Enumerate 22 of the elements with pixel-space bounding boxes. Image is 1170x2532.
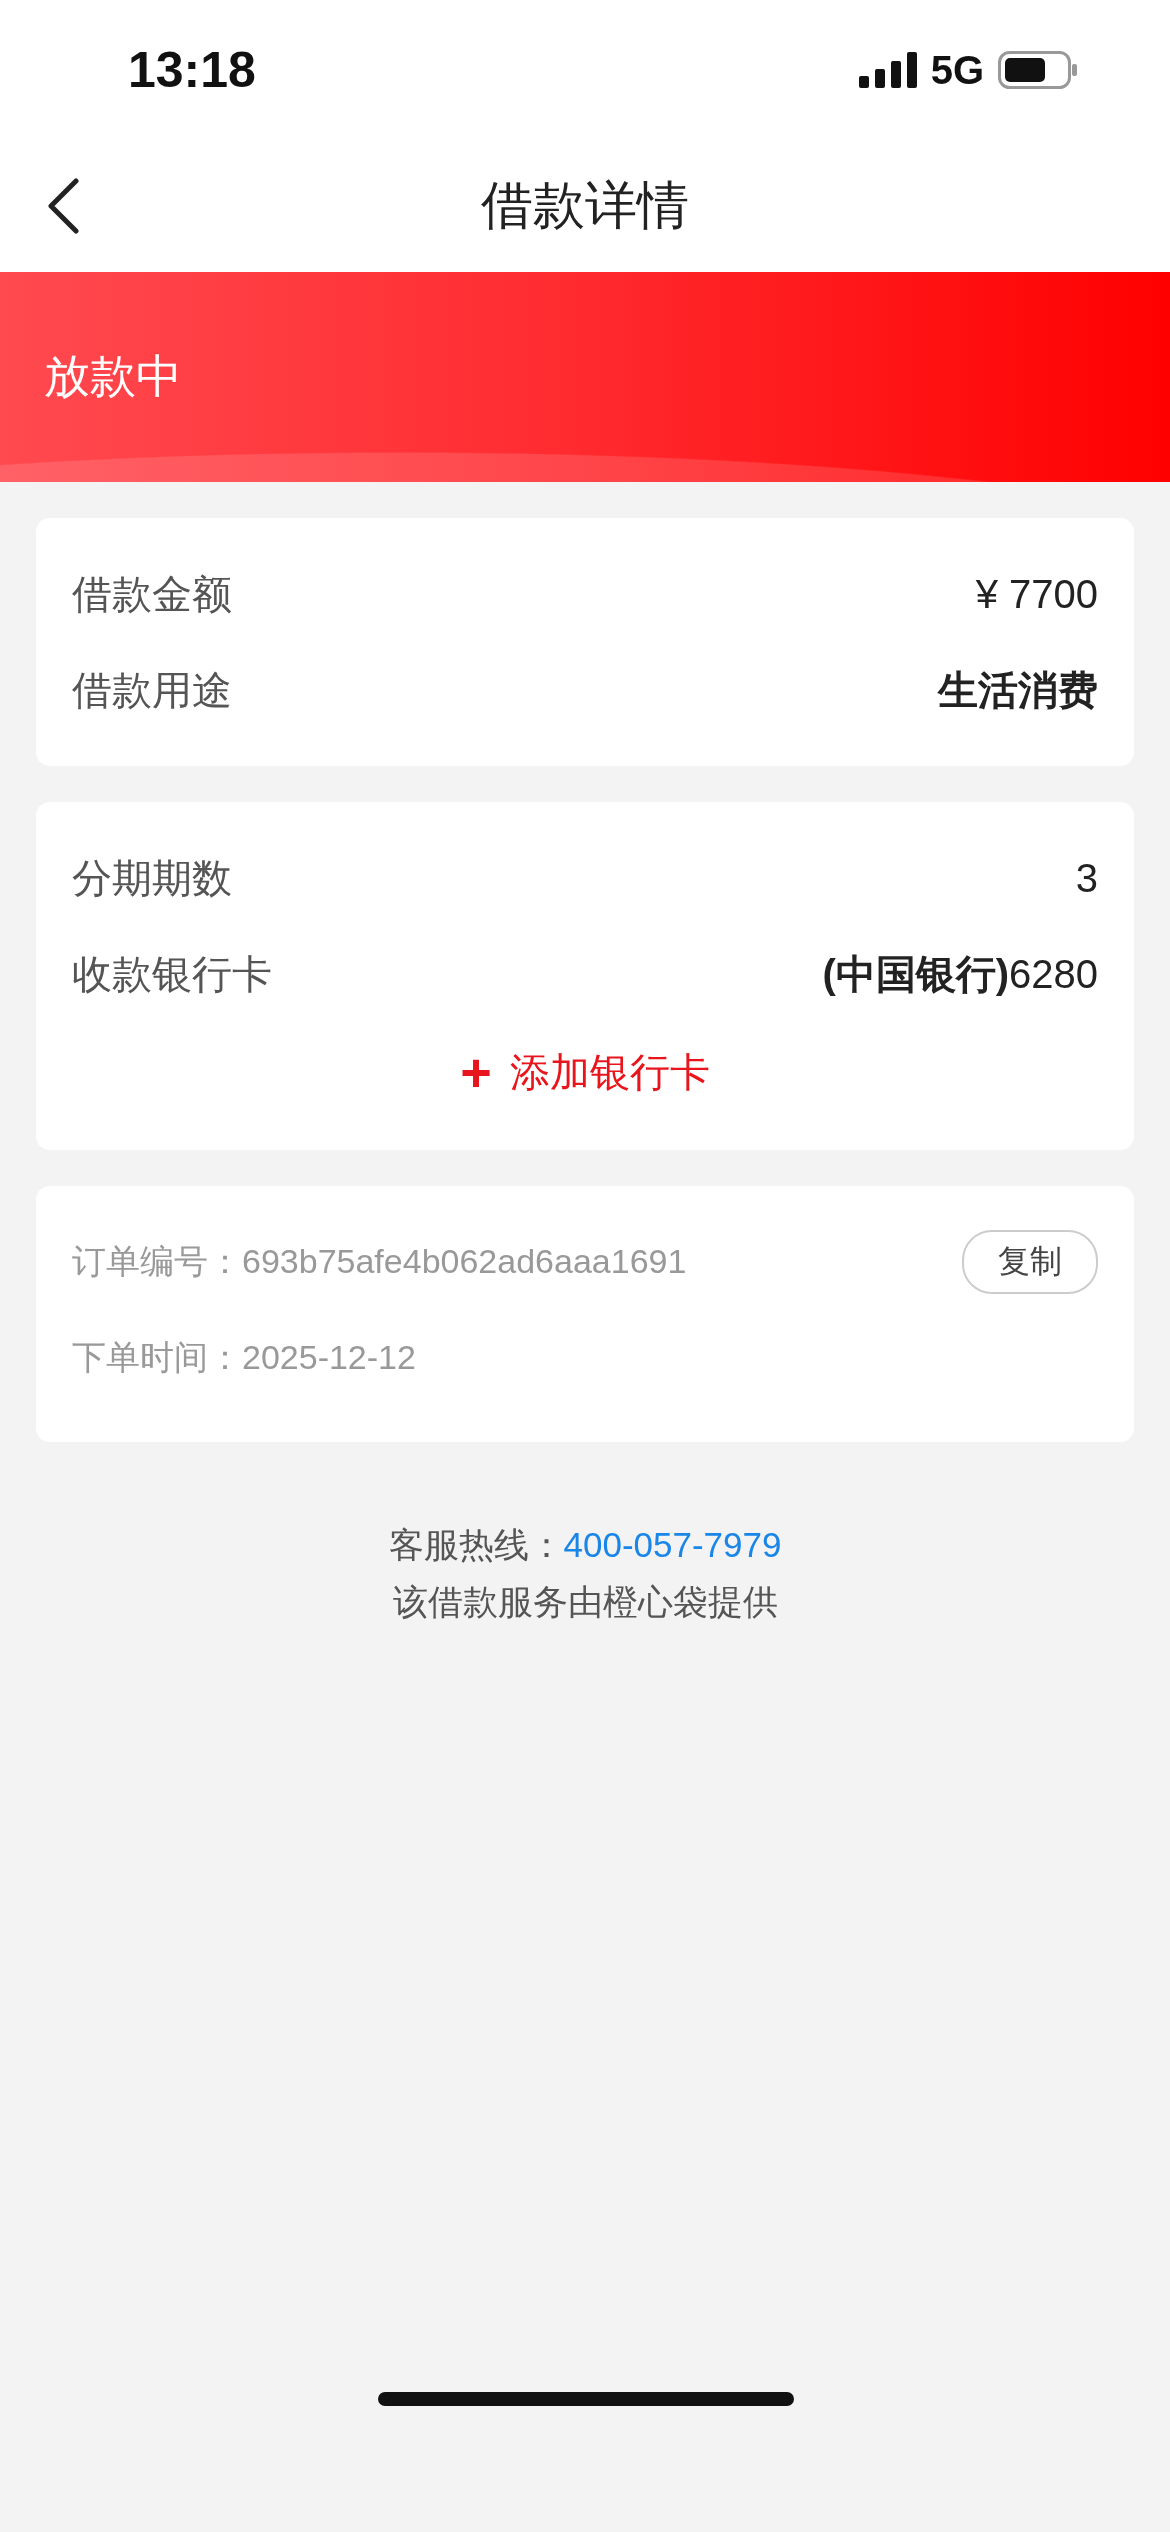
- signal-icon: [858, 52, 917, 88]
- loan-status: 放款中: [44, 349, 182, 404]
- add-bank-card-button[interactable]: + 添加银行卡: [72, 1022, 1098, 1122]
- copy-button[interactable]: 复制: [962, 1230, 1098, 1294]
- battery-icon: [998, 51, 1078, 89]
- field-label: 收款银行卡: [72, 950, 272, 998]
- hotline-label: 客服热线：: [388, 1525, 564, 1564]
- field-value: 3: [1075, 855, 1098, 901]
- order-number: 订单编号：693b75afe4b062ad6aaa1691: [72, 1241, 687, 1282]
- order-time: 下单时间：2025-12-12: [72, 1337, 416, 1378]
- field-label: 借款用途: [72, 666, 232, 714]
- network-label: 5G: [930, 47, 984, 93]
- field-value: 生活消费: [938, 666, 1098, 714]
- field-label: 分期期数: [72, 854, 232, 902]
- field-value: (中国银行)6280: [822, 950, 1098, 998]
- back-icon[interactable]: [46, 178, 80, 234]
- status-time: 13:18: [128, 41, 256, 99]
- field-label: 借款金额: [72, 570, 232, 618]
- hotline-link[interactable]: 400-057-7979: [563, 1525, 782, 1564]
- provider-note: 该借款服务由橙心袋提供: [392, 1581, 778, 1623]
- page-title: 借款详情: [481, 175, 689, 236]
- field-value: ¥ 7700: [975, 571, 1098, 617]
